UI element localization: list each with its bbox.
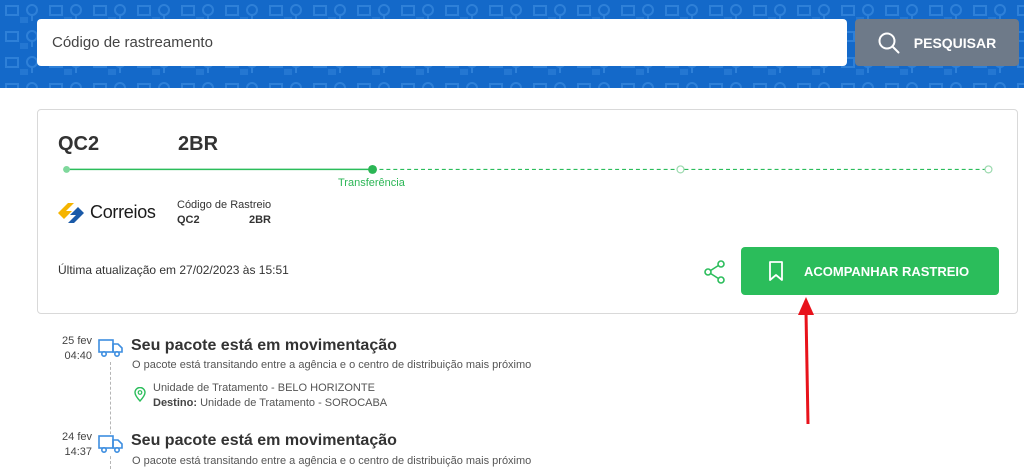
bookmark-icon <box>768 261 784 281</box>
truck-icon <box>98 434 124 456</box>
package-code-part2: 2BR <box>178 133 219 155</box>
package-code-part1: QC2 <box>58 133 100 155</box>
event-description: O pacote está transitando entre a agênci… <box>132 359 532 371</box>
event-destination: Destino: Unidade de Tratamento - SOROCAB… <box>153 397 388 409</box>
progress-step-label: Transferência <box>338 177 405 189</box>
tracking-code-part2: 2BR <box>249 214 272 226</box>
progress-step-1 <box>63 165 71 173</box>
progress-step-2 <box>368 164 377 174</box>
event-date: 24 fev 14:37 <box>62 431 92 458</box>
event-title: Seu pacote está em movimentação <box>131 432 397 449</box>
header-bar: PESQUISAR <box>0 0 1024 88</box>
share-icon <box>704 260 725 284</box>
search-button[interactable]: PESQUISAR <box>855 19 1019 66</box>
event-date: 25 fev 04:40 <box>62 335 92 362</box>
location-pin-icon <box>134 386 146 407</box>
event-location: Unidade de Tratamento - BELO HORIZONTE D… <box>153 381 387 411</box>
correios-logo-icon <box>58 202 84 223</box>
event-description: O pacote está transitando entre a agênci… <box>132 455 532 467</box>
search-input[interactable] <box>37 19 847 66</box>
carrier-name: Correios <box>90 202 156 222</box>
tracking-code-part1: QC2 <box>177 214 200 226</box>
event-title: Seu pacote está em movimentação <box>131 337 397 354</box>
follow-tracking-label: ACOMPANHAR RASTREIO <box>804 263 970 279</box>
package-card: QC2 2BR Transferência Correios Código de… <box>37 109 1018 314</box>
share-button[interactable] <box>702 259 728 285</box>
tracking-code-label: Código de Rastreio <box>177 199 272 211</box>
follow-tracking-button[interactable]: ACOMPANHAR RASTREIO <box>741 247 999 295</box>
carrier-logo: Correios <box>58 202 156 223</box>
search-button-label: PESQUISAR <box>913 34 997 51</box>
last-update-text: Última atualização em 27/02/2023 às 15:5… <box>58 263 289 277</box>
event-origin: Unidade de Tratamento - BELO HORIZONTE <box>153 382 375 394</box>
search-icon <box>878 32 900 53</box>
progress-step-3 <box>676 165 685 174</box>
truck-icon <box>98 338 124 360</box>
progress-step-4 <box>984 165 993 174</box>
